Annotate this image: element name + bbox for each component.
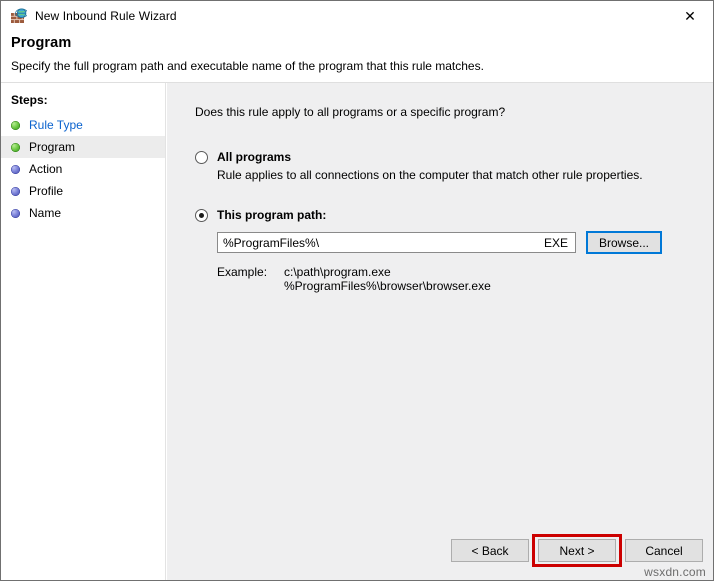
button-bar: < Back Next > Cancel	[167, 539, 713, 580]
example-line: %ProgramFiles%\browser\browser.exe	[284, 279, 491, 293]
example-block: Example: c:\path\program.exe %ProgramFil…	[217, 265, 713, 293]
radio-all-programs[interactable]	[195, 151, 208, 164]
step-bullet-icon	[11, 121, 20, 130]
radio-row-all-programs[interactable]: All programs	[195, 150, 713, 164]
sidebar-item-label: Action	[29, 162, 62, 176]
firewall-globe-icon	[10, 8, 27, 25]
program-path-suffix: EXE	[544, 236, 570, 250]
example-label: Example:	[217, 265, 284, 293]
step-bullet-icon	[11, 187, 20, 196]
step-bullet-icon	[11, 209, 20, 218]
title-bar: New Inbound Rule Wizard ✕	[1, 1, 713, 31]
radio-row-program-path[interactable]: This program path:	[195, 208, 713, 222]
watermark: wsxdn.com	[644, 565, 706, 579]
main-content: Does this rule apply to all programs or …	[167, 83, 713, 539]
radio-label-all-programs: All programs	[217, 150, 291, 164]
sidebar-item-label: Rule Type	[29, 118, 83, 132]
sidebar-item-label: Profile	[29, 184, 63, 198]
steps-sidebar: Steps: Rule Type Program Action Profile …	[1, 83, 166, 580]
browse-button[interactable]: Browse...	[586, 231, 662, 254]
sidebar-item-program[interactable]: Program	[1, 136, 165, 158]
example-lines: c:\path\program.exe %ProgramFiles%\brows…	[284, 265, 491, 293]
radio-label-program-path: This program path:	[217, 208, 326, 222]
next-button-wrapper: Next >	[538, 539, 616, 562]
program-path-value: %ProgramFiles%\	[223, 236, 319, 250]
page-header: Program Specify the full program path an…	[1, 31, 713, 83]
back-button[interactable]: < Back	[451, 539, 529, 562]
window-title: New Inbound Rule Wizard	[35, 9, 177, 23]
sidebar-item-action[interactable]: Action	[1, 158, 165, 180]
step-bullet-icon	[11, 165, 20, 174]
page-subtitle: Specify the full program path and execut…	[11, 59, 713, 73]
step-bullet-icon	[11, 143, 20, 152]
option-all-programs: All programs Rule applies to all connect…	[195, 150, 713, 182]
main-panel: Does this rule apply to all programs or …	[166, 83, 713, 580]
program-path-input[interactable]: %ProgramFiles%\ EXE	[217, 232, 576, 253]
option-program-path: This program path: %ProgramFiles%\ EXE B…	[195, 208, 713, 293]
next-button[interactable]: Next >	[538, 539, 616, 562]
option-description-all-programs: Rule applies to all connections on the c…	[217, 168, 713, 182]
close-icon[interactable]: ✕	[667, 1, 713, 30]
body-area: Steps: Rule Type Program Action Profile …	[1, 83, 713, 580]
sidebar-item-label: Program	[29, 140, 75, 154]
wizard-window: New Inbound Rule Wizard ✕ Program Specif…	[0, 0, 714, 581]
program-path-row: %ProgramFiles%\ EXE Browse...	[217, 231, 713, 254]
sidebar-item-name[interactable]: Name	[1, 202, 165, 224]
question-text: Does this rule apply to all programs or …	[195, 105, 713, 119]
page-title: Program	[11, 35, 713, 51]
cancel-button[interactable]: Cancel	[625, 539, 703, 562]
sidebar-item-profile[interactable]: Profile	[1, 180, 165, 202]
sidebar-item-rule-type[interactable]: Rule Type	[1, 114, 165, 136]
example-line: c:\path\program.exe	[284, 265, 491, 279]
steps-heading: Steps:	[11, 93, 165, 107]
sidebar-item-label: Name	[29, 206, 61, 220]
radio-program-path[interactable]	[195, 209, 208, 222]
